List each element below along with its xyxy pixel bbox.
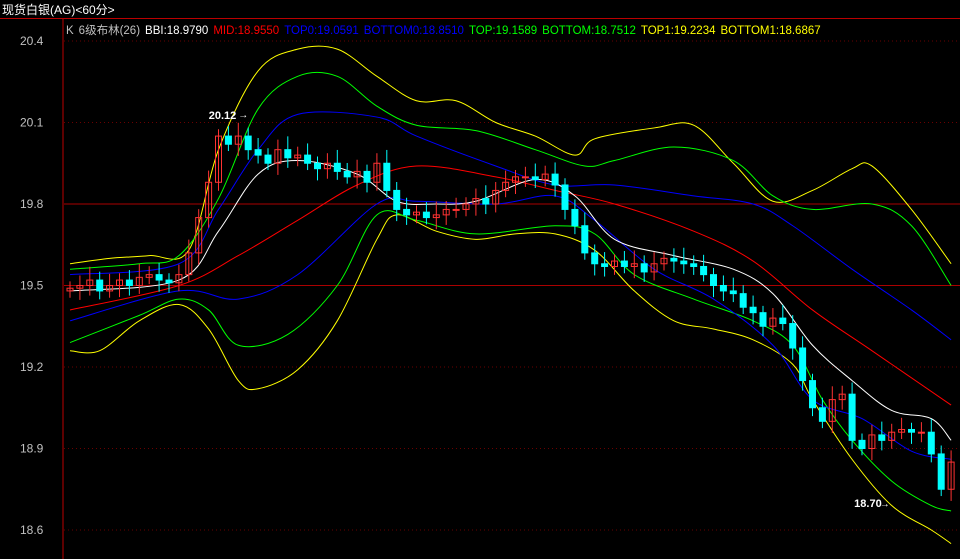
series-line-bottom1 bbox=[69, 214, 952, 544]
candle-body bbox=[452, 208, 460, 211]
y-tick-label: 19.2 bbox=[20, 360, 44, 374]
candle-body bbox=[848, 393, 856, 441]
y-tick-label: 20.4 bbox=[20, 34, 44, 48]
candle-body bbox=[531, 176, 539, 181]
y-tick-label: 20.1 bbox=[20, 116, 44, 130]
series-line-top bbox=[69, 71, 952, 286]
candle-body bbox=[571, 208, 579, 227]
candle-body bbox=[818, 407, 826, 422]
arrow-icon: → bbox=[880, 499, 890, 510]
candle-body bbox=[937, 453, 945, 490]
candle-body bbox=[809, 380, 816, 409]
arrow-icon: → bbox=[238, 110, 248, 121]
candle-body bbox=[393, 189, 401, 210]
candle-body bbox=[601, 263, 609, 267]
candle-body bbox=[363, 170, 371, 183]
candle-body bbox=[333, 162, 341, 172]
candle-body bbox=[670, 257, 678, 262]
y-tick-label: 19.8 bbox=[20, 197, 44, 211]
candle-body bbox=[591, 252, 599, 265]
candle-body bbox=[700, 265, 708, 276]
price-annotation: 18.70 bbox=[854, 498, 882, 510]
candlestick-chart[interactable]: 20.420.119.819.519.218.918.620.12 →18.70→ bbox=[0, 0, 960, 559]
candle-body bbox=[927, 431, 935, 455]
candle-body bbox=[878, 434, 886, 441]
candle-body bbox=[739, 293, 747, 308]
candle-body bbox=[680, 260, 688, 265]
candle-body bbox=[254, 149, 262, 156]
candle-body bbox=[125, 279, 133, 287]
candle-body bbox=[521, 176, 529, 179]
candle-body bbox=[581, 225, 589, 254]
candle-body bbox=[383, 162, 391, 191]
candle-body bbox=[620, 260, 628, 267]
candle-body bbox=[343, 170, 351, 178]
candle-body bbox=[224, 135, 232, 145]
candle-body bbox=[304, 154, 312, 164]
candle-body bbox=[264, 154, 272, 164]
y-tick-label: 18.9 bbox=[20, 442, 44, 456]
candle-body bbox=[779, 317, 787, 325]
candle-body bbox=[640, 263, 648, 273]
candle-body bbox=[690, 263, 698, 267]
y-tick-label: 19.5 bbox=[20, 279, 44, 293]
candle-body bbox=[403, 208, 411, 216]
candle-body bbox=[749, 306, 757, 314]
series-line-bottom bbox=[69, 210, 952, 512]
candle-body bbox=[96, 279, 104, 292]
candle-body bbox=[284, 149, 292, 159]
candle-body bbox=[710, 274, 717, 286]
candle-body bbox=[244, 135, 252, 151]
candle-body bbox=[729, 290, 737, 295]
y-tick-label: 18.6 bbox=[20, 523, 44, 537]
candle-body bbox=[165, 279, 173, 284]
candle-body bbox=[561, 184, 569, 210]
candle-body bbox=[759, 312, 767, 327]
candle-body bbox=[482, 198, 490, 205]
candle-body bbox=[551, 173, 559, 186]
candle-body bbox=[799, 347, 807, 382]
candle-body bbox=[789, 323, 797, 349]
candle-body bbox=[917, 431, 925, 434]
candle-body bbox=[314, 162, 321, 170]
candle-body bbox=[908, 428, 915, 433]
candle-body bbox=[858, 439, 866, 450]
price-annotation: 20.12 bbox=[209, 110, 237, 122]
candle-body bbox=[155, 274, 163, 281]
candle-body bbox=[422, 211, 430, 219]
candle-body bbox=[719, 285, 727, 292]
